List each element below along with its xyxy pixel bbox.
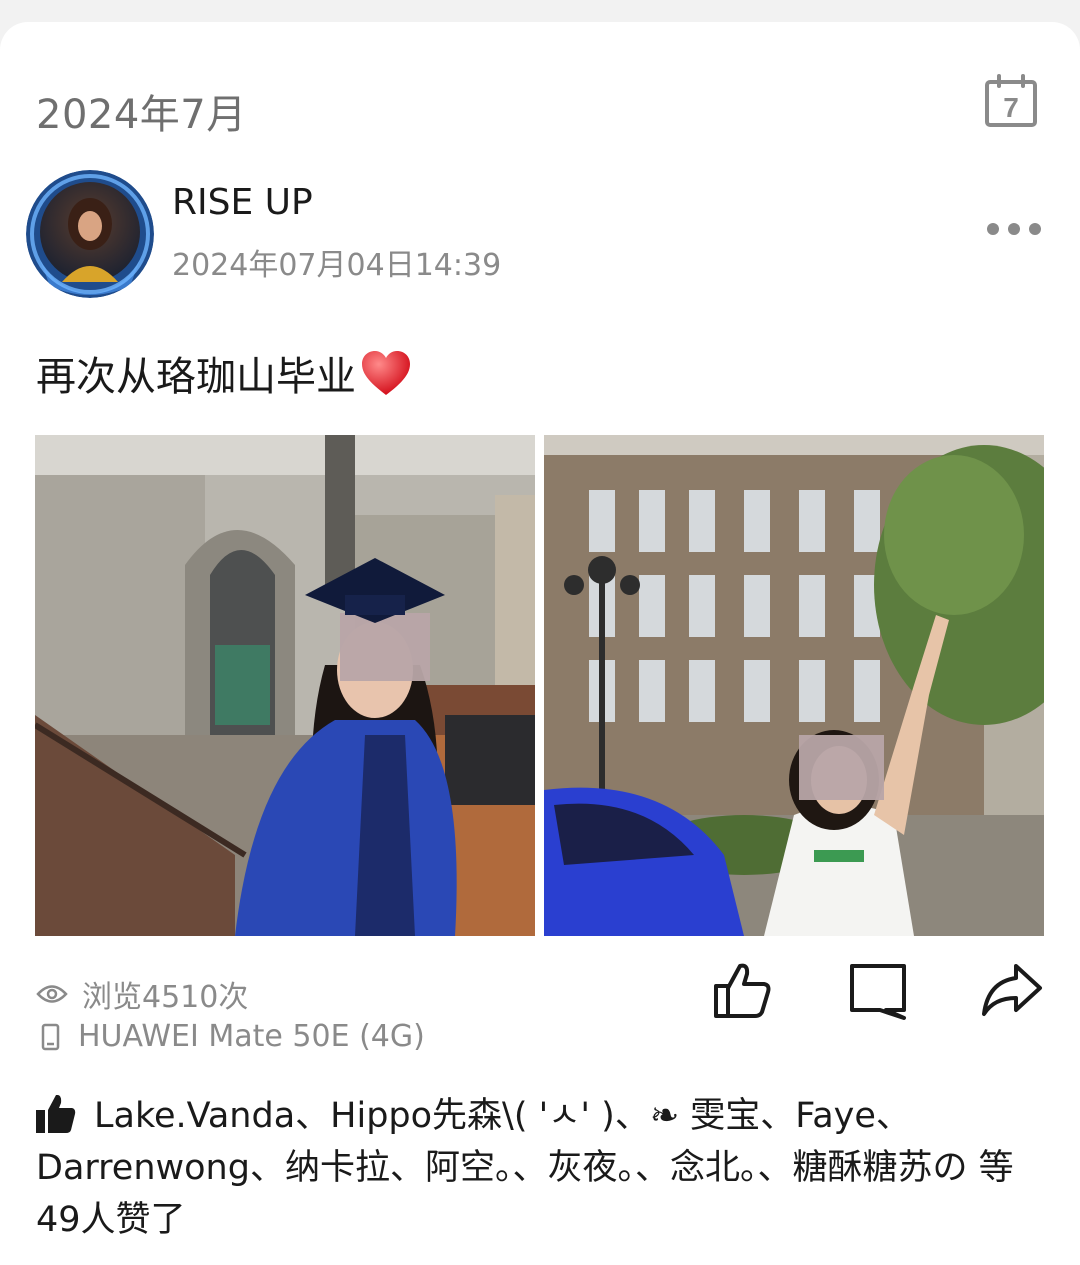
calendar-day: 7 [1003,92,1019,123]
avatar[interactable] [26,170,154,298]
likes-list: Lake.Vanda、Hippo先森\( 'ㅅ' )、❧ 雯宝、Faye、Dar… [36,1090,1046,1246]
more-icon[interactable] [984,217,1044,241]
view-count: 浏览4510次 [36,972,248,1016]
heart-icon [362,351,410,395]
post-text-content: 再次从珞珈山毕业 [36,354,356,400]
post-photo-2[interactable] [544,435,1044,936]
device-text: HUAWEI Mate 50E (4G) [78,1019,425,1054]
thumbs-up-filled-icon [36,1095,76,1133]
post-timestamp: 2024年07月04日14:39 [172,248,502,283]
eye-icon [36,985,68,1003]
username[interactable]: RISE UP [172,182,313,223]
post-photo-1[interactable] [35,435,535,936]
post-text: 再次从珞珈山毕业 [36,344,412,402]
calendar-icon[interactable]: 7 [984,74,1038,128]
moment-card: 2024年7月 7 RISE UP 2024年07月04日14:39 再次从珞珈… [0,22,1080,1265]
share-icon[interactable] [980,958,1044,1022]
comment-icon[interactable] [846,958,910,1022]
phone-icon [41,1023,60,1050]
likes-text: Lake.Vanda、Hippo先森\( 'ㅅ' )、❧ 雯宝、Faye、Dar… [36,1096,1014,1240]
month-header: 2024年7月 [36,92,247,138]
thumbs-up-icon[interactable] [710,958,774,1022]
view-count-text: 浏览4510次 [82,980,249,1015]
device-info: HUAWEI Mate 50E (4G) [36,1019,425,1054]
